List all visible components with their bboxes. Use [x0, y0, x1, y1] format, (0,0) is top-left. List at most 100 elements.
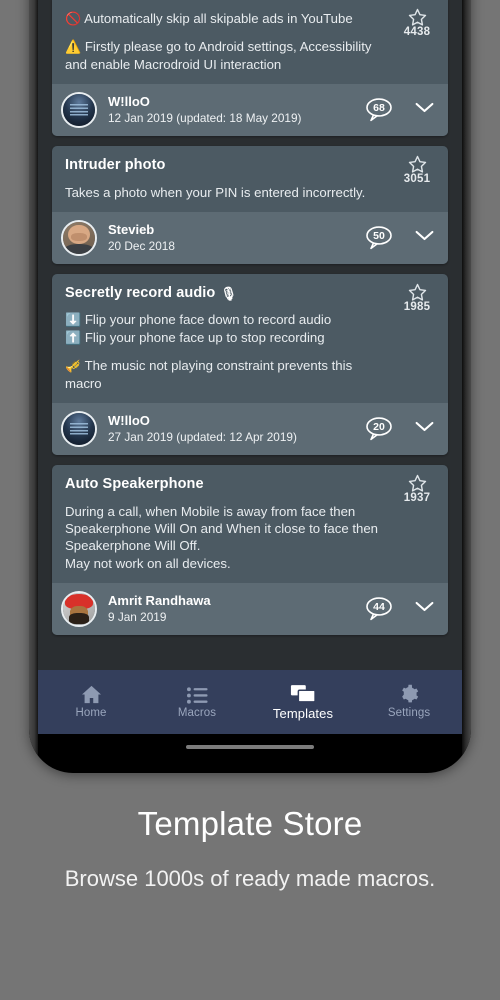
- favourite-count: 1985: [403, 301, 431, 314]
- template-card-footer: W!lloO 12 Jan 2019 (updated: 18 May 2019)…: [52, 84, 448, 137]
- description-line: 🚫 Automatically skip all skipable ads in…: [65, 10, 389, 27]
- template-description: Takes a photo when your PIN is entered i…: [65, 184, 435, 201]
- star-icon[interactable]: [397, 473, 437, 493]
- description-line: ⬆️ Flip your phone face up to stop recor…: [65, 329, 389, 346]
- description-emoji-icon: ⚠️: [65, 39, 82, 55]
- author-name: Stevieb: [108, 221, 155, 237]
- template-card-footer: Amrit Randhawa 9 Jan 2019 44: [52, 583, 448, 636]
- description-text: During a call, when Mobile is away from …: [65, 503, 379, 554]
- phone-device-frame: 🚫 Automatically skip all skipable ads in…: [29, 0, 471, 773]
- comment-count: 68: [373, 102, 385, 115]
- device-right-bezel: [462, 0, 471, 773]
- favourite-control[interactable]: 1937: [397, 473, 437, 504]
- template-card[interactable]: Auto Speakerphone During a call, when Mob…: [52, 465, 448, 636]
- description-text: Takes a photo when your PIN is entered i…: [65, 184, 366, 200]
- description-text: The music not playing constraint prevent…: [65, 358, 353, 391]
- nav-item-label: Settings: [387, 707, 431, 719]
- comment-count: 20: [373, 421, 385, 434]
- template-description: 🚫 Automatically skip all skipable ads in…: [65, 10, 435, 73]
- description-emoji-icon: ⬇️: [65, 312, 82, 328]
- template-card[interactable]: 🚫 Automatically skip all skipable ads in…: [52, 0, 448, 137]
- comment-count-badge[interactable]: 50: [364, 225, 398, 251]
- gesture-home-bar[interactable]: [186, 745, 314, 749]
- favourite-control[interactable]: 4438: [397, 7, 437, 38]
- store-caption: Template Store Browse 1000s of ready mad…: [0, 805, 500, 893]
- chevron-down-icon[interactable]: [414, 420, 436, 438]
- nav-item-label: Macros: [177, 707, 217, 719]
- favourite-count: 3051: [403, 173, 431, 186]
- list-icon: [186, 685, 208, 704]
- phone-screen: 🚫 Automatically skip all skipable ads in…: [38, 0, 462, 734]
- description-line: Takes a photo when your PIN is entered i…: [65, 184, 389, 201]
- template-card[interactable]: Secretly record audio 🎙 ⬇️ Flip your phone…: [52, 274, 448, 456]
- comment-count: 44: [373, 601, 385, 614]
- description-text: Automatically skip all skipable ads in Y…: [84, 11, 353, 26]
- template-title: Intruder photo: [65, 157, 435, 174]
- template-card[interactable]: Intruder photo Takes a photo when your PI…: [52, 146, 448, 265]
- nav-item-home[interactable]: Home: [38, 685, 144, 719]
- chevron-down-icon[interactable]: [414, 600, 436, 618]
- description-text: Flip your phone face down to record audi…: [84, 312, 332, 328]
- avatar[interactable]: [61, 411, 97, 448]
- caption-subtitle: Browse 1000s of ready made macros.: [64, 866, 436, 892]
- template-card-body: 🚫 Automatically skip all skipable ads in…: [52, 0, 448, 84]
- bottom-navigation-bar: Home Macros Templates Settings: [38, 670, 462, 734]
- nav-item-label: Home: [75, 707, 107, 719]
- favourite-control[interactable]: 3051: [397, 154, 437, 185]
- publish-date: 27 Jan 2019 (updated: 12 Apr 2019): [108, 430, 297, 445]
- description-line: May not work on all devices.: [65, 555, 389, 572]
- template-card-body: Intruder photo Takes a photo when your PI…: [52, 146, 448, 212]
- description-emoji-icon: 🚫: [65, 11, 82, 26]
- comment-count-badge[interactable]: 68: [364, 97, 398, 123]
- favourite-count: 4438: [403, 26, 431, 38]
- nav-item-macros[interactable]: Macros: [144, 685, 250, 719]
- author-name: W!lloO: [108, 412, 150, 428]
- template-title: Secretly record audio 🎙: [65, 285, 435, 302]
- template-list[interactable]: 🚫 Automatically skip all skipable ads in…: [38, 0, 462, 660]
- description-text: Firstly please go to Android settings, A…: [65, 39, 372, 72]
- description-line: ⚠️ Firstly please go to Android settings…: [65, 38, 389, 73]
- template-title-text: Auto Speakerphone: [65, 476, 204, 493]
- comment-count-badge[interactable]: 20: [364, 416, 398, 442]
- avatar[interactable]: [61, 591, 97, 628]
- template-description: During a call, when Mobile is away from …: [65, 503, 435, 573]
- caption-title: Template Store: [137, 805, 363, 842]
- star-icon[interactable]: [397, 282, 437, 302]
- home-icon: [81, 685, 102, 704]
- template-card-footer: W!lloO 27 Jan 2019 (updated: 12 Apr 2019)…: [52, 403, 448, 456]
- comment-count-badge[interactable]: 44: [364, 596, 398, 622]
- chevron-down-icon[interactable]: [414, 229, 436, 247]
- avatar[interactable]: [61, 220, 97, 257]
- templates-icon: [290, 684, 316, 703]
- description-emoji-icon: 🎺: [65, 358, 82, 374]
- template-title-text: Secretly record audio: [65, 285, 216, 302]
- description-line: ⬇️ Flip your phone face down to record a…: [65, 311, 389, 328]
- description-text: Flip your phone face up to stop recordin…: [84, 329, 325, 345]
- publish-date: 12 Jan 2019 (updated: 18 May 2019): [108, 111, 302, 126]
- star-icon[interactable]: [397, 154, 437, 174]
- microphone-icon: 🎙: [220, 285, 237, 301]
- comment-count: 50: [373, 230, 385, 243]
- gear-icon: [399, 684, 419, 704]
- author-block: W!lloO 12 Jan 2019 (updated: 18 May 2019): [108, 94, 364, 127]
- author-name: W!lloO: [108, 93, 150, 109]
- author-block: Stevieb 20 Dec 2018: [108, 222, 364, 255]
- description-text: May not work on all devices.: [65, 555, 231, 571]
- chevron-down-icon[interactable]: [414, 101, 436, 119]
- nav-item-templates[interactable]: Templates: [250, 684, 356, 721]
- author-block: Amrit Randhawa 9 Jan 2019: [108, 593, 364, 626]
- template-card-footer: Stevieb 20 Dec 2018 50: [52, 212, 448, 265]
- favourite-control[interactable]: 1985: [397, 282, 437, 313]
- template-card-body: Secretly record audio 🎙 ⬇️ Flip your phone…: [52, 274, 448, 403]
- description-line: During a call, when Mobile is away from …: [65, 503, 389, 555]
- template-card-body: Auto Speakerphone During a call, when Mob…: [52, 465, 448, 583]
- publish-date: 9 Jan 2019: [108, 610, 167, 625]
- nav-item-settings[interactable]: Settings: [356, 684, 462, 719]
- author-name: Amrit Randhawa: [108, 592, 211, 608]
- avatar[interactable]: [61, 92, 97, 129]
- favourite-count: 1937: [403, 492, 431, 505]
- template-description: ⬇️ Flip your phone face down to record a…: [65, 311, 435, 392]
- description-line: 🎺 The music not playing constraint preve…: [65, 357, 389, 392]
- star-icon[interactable]: [397, 7, 437, 27]
- template-title: Auto Speakerphone: [65, 476, 435, 493]
